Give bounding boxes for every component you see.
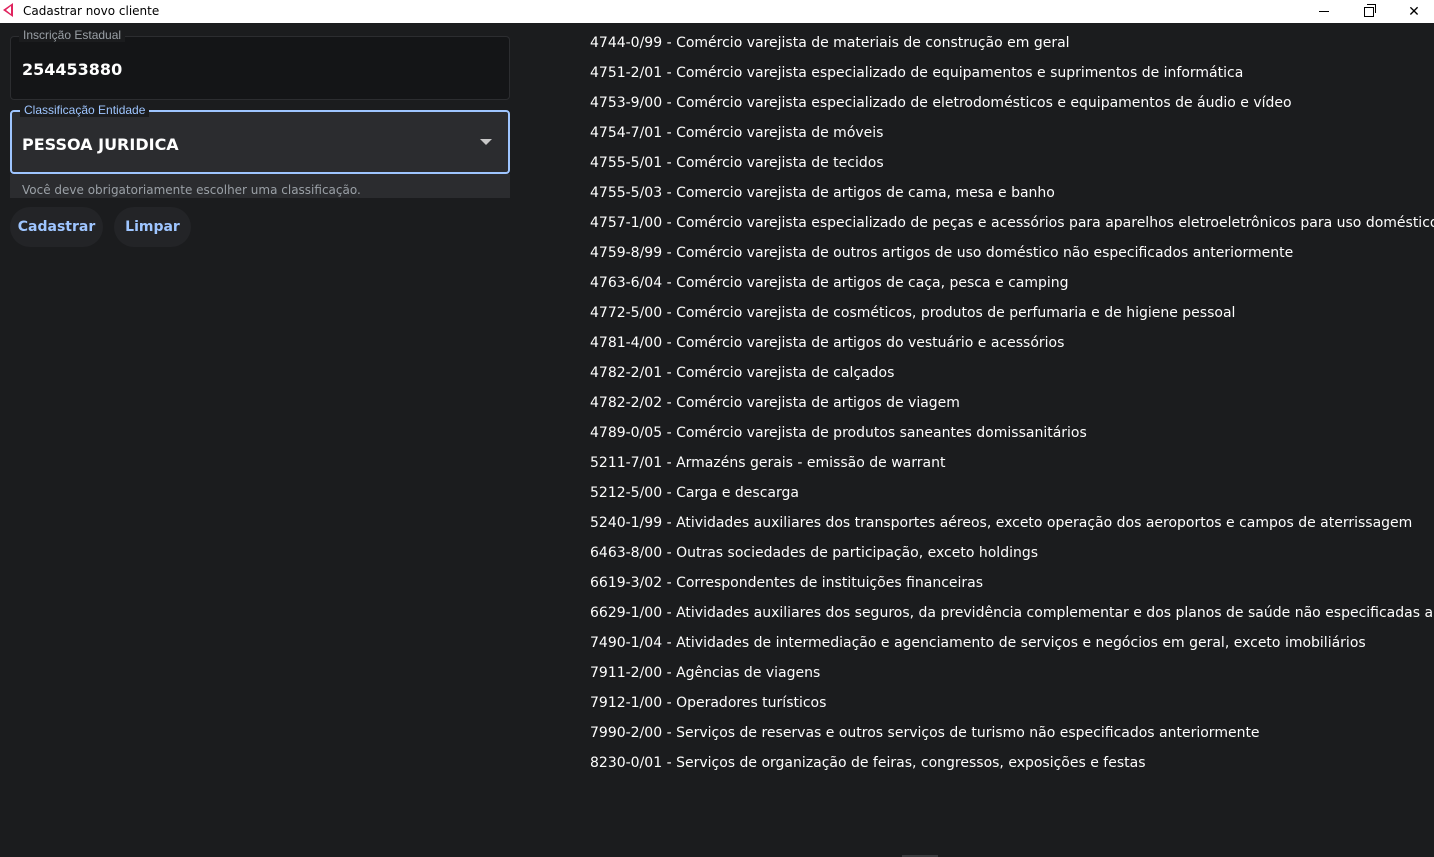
minimize-button[interactable] xyxy=(1301,0,1347,23)
cnae-list-item[interactable]: 4782-2/01 - Comércio varejista de calçad… xyxy=(590,358,1434,388)
inscricao-estadual-field[interactable]: Inscrição Estadual 254453880 xyxy=(10,28,510,100)
inscricao-estadual-label: Inscrição Estadual xyxy=(19,28,126,42)
cnae-list-item[interactable]: 4744-0/99 - Comércio varejista de materi… xyxy=(590,28,1434,58)
classificacao-entidade-select[interactable]: Classificação Entidade PESSOA JURIDICA xyxy=(10,103,510,174)
close-button[interactable]: ✕ xyxy=(1391,0,1434,23)
inscricao-estadual-value[interactable]: 254453880 xyxy=(22,60,122,79)
maximize-icon xyxy=(1364,3,1376,17)
cnae-list-item[interactable]: 4754-7/01 - Comércio varejista de móveis xyxy=(590,118,1434,148)
classificacao-entidade-value[interactable]: PESSOA JURIDICA xyxy=(22,135,179,154)
cnae-list-item[interactable]: 4757-1/00 - Comércio varejista especiali… xyxy=(590,208,1434,238)
cnae-list-item[interactable]: 4763-6/04 - Comércio varejista de artigo… xyxy=(590,268,1434,298)
cnae-list-item[interactable]: 7990-2/00 - Serviços de reservas e outro… xyxy=(590,718,1434,748)
dropdown-arrow-icon[interactable] xyxy=(480,139,492,145)
cnae-list-item[interactable]: 7911-2/00 - Agências de viagens xyxy=(590,658,1434,688)
cnae-list-item[interactable]: 7490-1/04 - Atividades de intermediação … xyxy=(590,628,1434,658)
app-logo-icon xyxy=(3,3,13,17)
limpar-button[interactable]: Limpar xyxy=(114,207,191,247)
cnae-list-item[interactable]: 4781-4/00 - Comércio varejista de artigo… xyxy=(590,328,1434,358)
maximize-button[interactable] xyxy=(1346,0,1392,23)
minimize-icon xyxy=(1319,11,1329,12)
cnae-list-item[interactable]: 5212-5/00 - Carga e descarga xyxy=(590,478,1434,508)
cnae-list: 4744-0/99 - Comércio varejista de materi… xyxy=(590,28,1434,778)
cnae-list-item[interactable]: 4782-2/02 - Comércio varejista de artigo… xyxy=(590,388,1434,418)
classificacao-entidade-label: Classificação Entidade xyxy=(20,103,150,117)
cnae-list-item[interactable]: 6619-3/02 - Correspondentes de instituiç… xyxy=(590,568,1434,598)
cnae-list-item[interactable]: 4753-9/00 - Comércio varejista especiali… xyxy=(590,88,1434,118)
window-title: Cadastrar novo cliente xyxy=(23,4,160,18)
cnae-list-item[interactable]: 5211-7/01 - Armazéns gerais - emissão de… xyxy=(590,448,1434,478)
cnae-list-item[interactable]: 4751-2/01 - Comércio varejista especiali… xyxy=(590,58,1434,88)
cnae-list-item[interactable]: 6463-8/00 - Outras sociedades de partici… xyxy=(590,538,1434,568)
cnae-list-item[interactable]: 4789-0/05 - Comércio varejista de produt… xyxy=(590,418,1434,448)
cnae-list-item[interactable]: 5240-1/99 - Atividades auxiliares dos tr… xyxy=(590,508,1434,538)
cnae-list-item[interactable]: 6629-1/00 - Atividades auxiliares dos se… xyxy=(590,598,1434,628)
cadastrar-button[interactable]: Cadastrar xyxy=(10,207,103,247)
cnae-list-item[interactable]: 4759-8/99 - Comércio varejista de outros… xyxy=(590,238,1434,268)
cnae-list-item[interactable]: 8230-0/01 - Serviços de organização de f… xyxy=(590,748,1434,778)
title-bar: Cadastrar novo cliente ✕ xyxy=(0,0,1434,23)
cnae-list-item[interactable]: 4772-5/00 - Comércio varejista de cosmét… xyxy=(590,298,1434,328)
cnae-list-item[interactable]: 4755-5/01 - Comércio varejista de tecido… xyxy=(590,148,1434,178)
cnae-list-item[interactable]: 4755-5/03 - Comercio varejista de artigo… xyxy=(590,178,1434,208)
close-icon: ✕ xyxy=(1408,3,1420,20)
classificacao-helper-text: Você deve obrigatoriamente escolher uma … xyxy=(10,174,510,198)
cnae-list-item[interactable]: 7912-1/00 - Operadores turísticos xyxy=(590,688,1434,718)
